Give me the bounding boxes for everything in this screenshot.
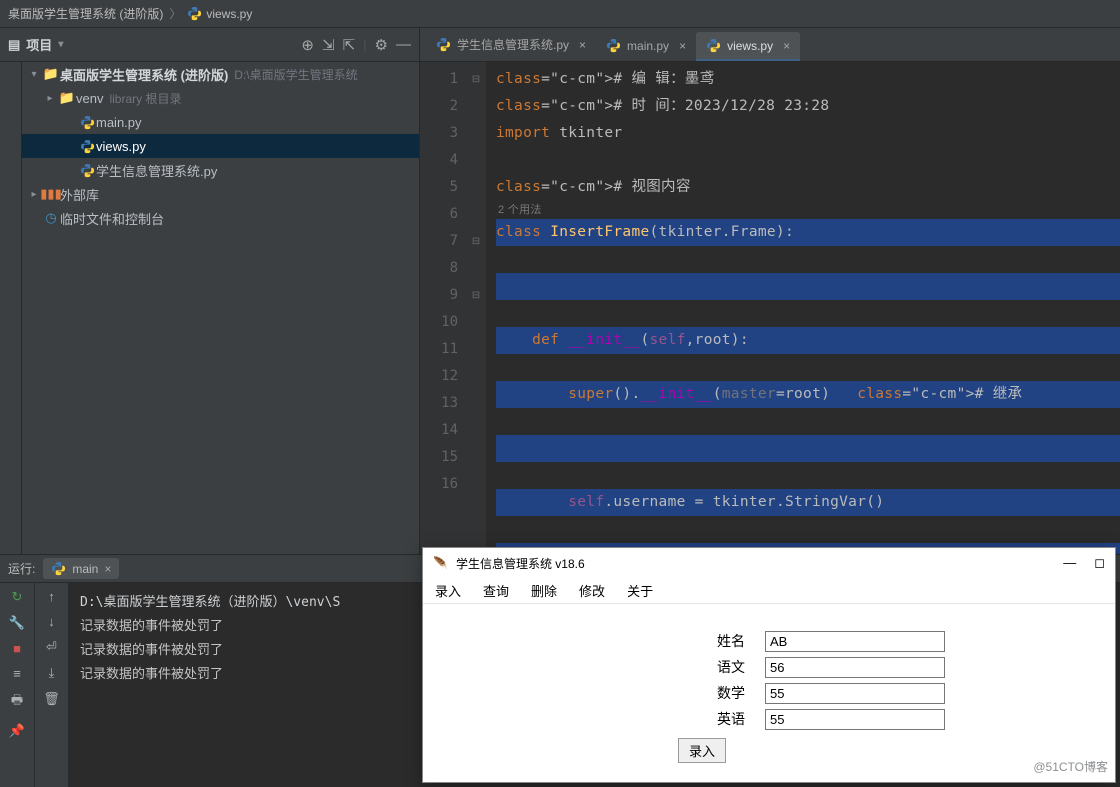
window-titlebar[interactable]: 🪶 学生信息管理系统 v18.6 — ◻: [423, 548, 1115, 578]
python-icon: [706, 38, 721, 53]
menu-item[interactable]: 关于: [627, 581, 653, 600]
stop-icon[interactable]: ■: [13, 641, 21, 656]
text-input[interactable]: [765, 657, 945, 678]
feather-icon: 🪶: [433, 556, 448, 570]
folder-icon: 📁: [58, 90, 76, 106]
python-icon: [436, 37, 451, 52]
tree-scratches[interactable]: ◷ 临时文件和控制台: [22, 206, 419, 230]
dropdown-icon[interactable]: ▾: [58, 39, 63, 50]
python-icon: [606, 38, 621, 53]
minimize-icon[interactable]: —: [1063, 555, 1076, 571]
python-icon: [78, 139, 96, 154]
run-tab[interactable]: main ×: [43, 558, 119, 579]
tree-file[interactable]: main.py: [22, 110, 419, 134]
breadcrumb: 桌面版学生管理系统 (进阶版) 〉 views.py: [0, 0, 1120, 28]
left-gutter: [0, 62, 22, 554]
python-icon: [78, 115, 96, 130]
menu-item[interactable]: 删除: [531, 581, 557, 600]
expand-all-icon[interactable]: ⇲: [322, 36, 335, 54]
collapse-all-icon[interactable]: ⇱: [343, 36, 356, 54]
code-area[interactable]: class="c-cm"># 编 辑：墨鸢 class="c-cm"># 时 间…: [486, 62, 1120, 554]
trash-icon[interactable]: 🗑: [43, 691, 60, 707]
field-label: 姓名: [683, 631, 745, 651]
tree-label: 学生信息管理系统.py: [96, 161, 217, 180]
run-title: 运行:: [8, 560, 35, 577]
scratches-icon: ◷: [42, 210, 60, 226]
text-input[interactable]: [765, 631, 945, 652]
down-icon[interactable]: ↓: [48, 614, 55, 629]
tab-file[interactable]: views.py ×: [696, 32, 800, 61]
text-input[interactable]: [765, 709, 945, 730]
run-toolbar-left: ↻ 🔧 ■ ≡ 🖶 📌: [0, 583, 34, 787]
python-icon: [187, 6, 202, 21]
tab-file[interactable]: 学生信息管理系统.py ×: [426, 30, 596, 61]
tree-label: venv: [76, 91, 103, 106]
run-tab-label: main: [72, 562, 98, 576]
breadcrumb-item[interactable]: 桌面版学生管理系统 (进阶版): [8, 5, 163, 22]
field-label: 英语: [683, 709, 745, 729]
line-gutter: 12345678910111213141516: [420, 62, 466, 554]
folder-icon: 📁: [42, 66, 60, 82]
tree-folder[interactable]: ▸ 📁 venv library 根目录: [22, 86, 419, 110]
window-title: 学生信息管理系统 v18.6: [456, 555, 585, 572]
locate-icon[interactable]: ⊕: [301, 36, 314, 54]
code-editor[interactable]: 12345678910111213141516 ⊟⊟⊟ class="c-cm"…: [420, 62, 1120, 554]
close-icon[interactable]: ×: [104, 562, 111, 576]
fold-gutter[interactable]: ⊟⊟⊟: [466, 62, 486, 554]
soft-wrap-icon[interactable]: ⏎: [46, 639, 57, 655]
menubar: 录入 查询 删除 修改 关于: [423, 578, 1115, 604]
form: 姓名语文数学英语: [423, 604, 1115, 732]
wrench-icon[interactable]: 🔧: [9, 615, 25, 631]
scroll-end-icon[interactable]: ⤓: [49, 665, 55, 681]
close-icon[interactable]: ×: [679, 39, 686, 53]
editor-tabs: 学生信息管理系统.py × main.py × views.py ×: [420, 28, 1120, 61]
close-icon[interactable]: ×: [783, 39, 790, 53]
library-icon: ▮▮▮: [42, 186, 60, 202]
tree-file[interactable]: 学生信息管理系统.py: [22, 158, 419, 182]
chevron-right-icon: 〉: [169, 5, 181, 22]
field-label: 语文: [683, 657, 745, 677]
tree-label: 临时文件和控制台: [60, 209, 164, 228]
chevron-down-icon[interactable]: ▾: [26, 69, 42, 80]
close-icon[interactable]: ×: [579, 38, 586, 52]
up-icon[interactable]: ↑: [48, 589, 55, 604]
print-icon[interactable]: 🖶: [11, 691, 23, 713]
menu-item[interactable]: 录入: [435, 581, 461, 600]
tree-label: views.py: [96, 139, 146, 154]
app-window: 🪶 学生信息管理系统 v18.6 — ◻ 录入 查询 删除 修改 关于 姓名语文数学英语…: [422, 547, 1116, 783]
layout-icon[interactable]: ≡: [13, 666, 21, 681]
rerun-icon[interactable]: ↻: [12, 589, 23, 605]
text-input[interactable]: [765, 683, 945, 704]
tree-hint: library 根目录: [109, 90, 181, 107]
tab-label: main.py: [627, 39, 669, 53]
tree-file[interactable]: views.py: [22, 134, 419, 158]
hide-panel-icon[interactable]: —: [396, 36, 411, 53]
tab-label: 学生信息管理系统.py: [457, 36, 569, 53]
tab-label: views.py: [727, 39, 773, 53]
breadcrumb-item[interactable]: views.py: [206, 7, 252, 21]
watermark: @51CTO博客: [1033, 758, 1108, 775]
maximize-icon[interactable]: ◻: [1094, 555, 1105, 571]
tree-label: 桌面版学生管理系统 (进阶版): [60, 65, 228, 84]
project-panel-header: ▤ 项目 ▾ ⊕ ⇲ ⇱ | ⚙ —: [0, 28, 420, 61]
project-tree[interactable]: ▾ 📁 桌面版学生管理系统 (进阶版) D:\桌面版学生管理系统 ▸ 📁 ven…: [22, 62, 420, 554]
menu-item[interactable]: 查询: [483, 581, 509, 600]
tool-window-icon: ▤: [8, 37, 20, 53]
tree-root[interactable]: ▾ 📁 桌面版学生管理系统 (进阶版) D:\桌面版学生管理系统: [22, 62, 419, 86]
submit-button[interactable]: 录入: [678, 738, 726, 763]
run-toolbar-inner: ↑ ↓ ⏎ ⤓ 🗑: [34, 583, 68, 787]
project-panel-title: 项目: [26, 35, 52, 54]
tree-external-libs[interactable]: ▸ ▮▮▮ 外部库: [22, 182, 419, 206]
gear-icon[interactable]: ⚙: [375, 36, 388, 54]
python-icon: [78, 163, 96, 178]
python-icon: [51, 561, 66, 576]
menu-item[interactable]: 修改: [579, 581, 605, 600]
tree-label: 外部库: [60, 185, 99, 204]
field-label: 数学: [683, 683, 745, 703]
tree-path: D:\桌面版学生管理系统: [234, 66, 357, 83]
tab-file[interactable]: main.py ×: [596, 32, 696, 61]
chevron-right-icon[interactable]: ▸: [42, 93, 58, 104]
tree-label: main.py: [96, 115, 142, 130]
pin-icon[interactable]: 📌: [9, 723, 25, 739]
